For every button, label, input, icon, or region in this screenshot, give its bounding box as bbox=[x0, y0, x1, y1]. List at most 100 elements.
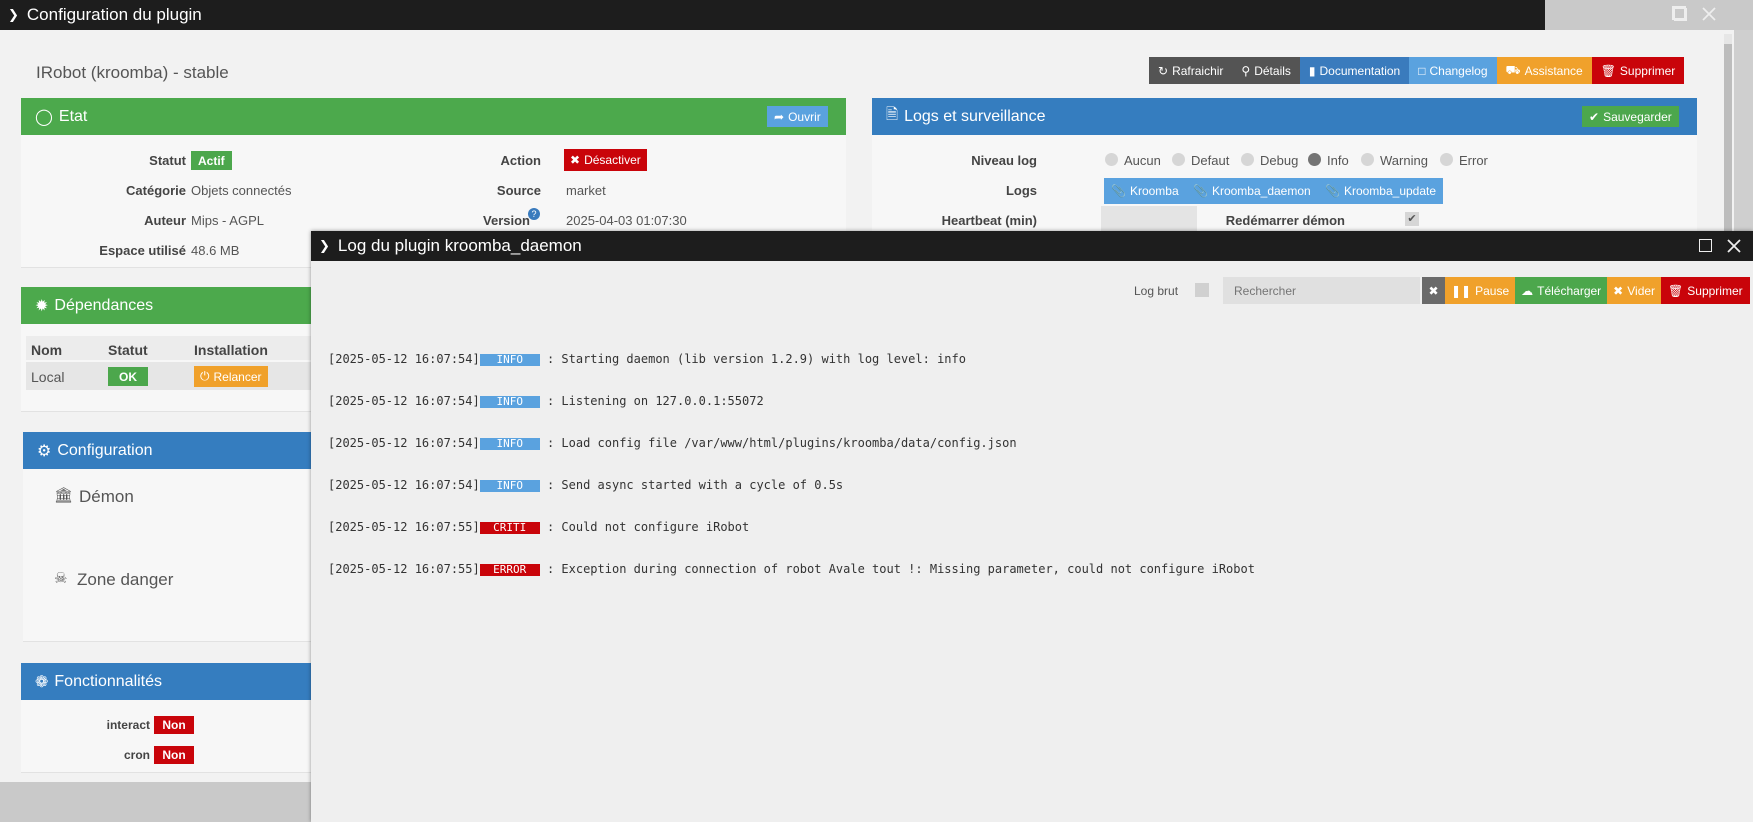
bank-icon: 🏛 bbox=[54, 487, 74, 504]
espace-value: 48.6 MB bbox=[191, 243, 240, 258]
truck-icon: ⛟ bbox=[1505, 62, 1521, 77]
logs-label: Logs bbox=[1005, 183, 1037, 198]
dependances-panel: ✹ Dépendances Nom Statut Installation Lo… bbox=[21, 287, 311, 412]
pause-button[interactable]: ❚❚ Pause bbox=[1445, 277, 1516, 304]
relaunch-button[interactable]: ⏻ Relancer bbox=[194, 366, 268, 387]
auteur-value: Mips - AGPL bbox=[191, 213, 264, 228]
demon-label: Démon bbox=[79, 487, 134, 506]
dep-status-badge: OK bbox=[108, 367, 148, 386]
col-installation: Installation bbox=[194, 342, 268, 358]
log-kroomba-daemon-button[interactable]: 📎 Kroomba_daemon bbox=[1186, 178, 1318, 204]
log-line: [2025-05-12 16:07:54] INFO : Send async s… bbox=[328, 478, 844, 492]
radio-info[interactable] bbox=[1308, 153, 1321, 166]
source-label: Source bbox=[496, 183, 541, 198]
maximize-icon[interactable] bbox=[1699, 239, 1712, 252]
restart-daemon-label: Redémarrer démon bbox=[1225, 213, 1345, 228]
maximize-icon[interactable] bbox=[1674, 8, 1687, 21]
log-kroomba-update-button[interactable]: 📎 Kroomba_update bbox=[1318, 178, 1444, 204]
action-label: Action bbox=[500, 153, 541, 168]
file-icon: 🗎 bbox=[886, 106, 899, 123]
times-icon: ✖ bbox=[570, 153, 581, 167]
trash-icon: 🗑 bbox=[1600, 63, 1616, 78]
log-kroomba-button[interactable]: 📎 Kroomba bbox=[1104, 178, 1186, 204]
assistance-button[interactable]: ⛟ Assistance bbox=[1496, 57, 1592, 84]
dependances-table-head bbox=[26, 336, 311, 360]
log-level-badge: INFO bbox=[479, 396, 540, 408]
share-icon: ➦ bbox=[774, 109, 785, 124]
level-error: Error bbox=[1459, 153, 1488, 168]
log-brut-checkbox[interactable] bbox=[1195, 283, 1209, 297]
fonctionnalites-header: ❁ Fonctionnalités bbox=[21, 663, 311, 700]
source-value: market bbox=[566, 183, 606, 198]
log-line: [2025-05-12 16:07:54] INFO : Starting dae… bbox=[328, 352, 966, 366]
restart-checkbox[interactable]: ✔ bbox=[1405, 212, 1419, 226]
puzzle-icon: ❁ bbox=[35, 673, 49, 691]
close-icon[interactable] bbox=[1725, 237, 1743, 255]
book-icon: ▮ bbox=[1308, 63, 1316, 78]
window-title: Configuration du plugin bbox=[26, 5, 202, 24]
version-value: 2025-04-03 01:07:30 bbox=[566, 213, 687, 228]
delete-log-button[interactable]: 🗑 Supprimer bbox=[1661, 277, 1750, 304]
etat-header: ◯ Etat bbox=[21, 98, 846, 135]
logs-panel: 🗎 Logs et surveillance ✔ Sauvegarder Nive… bbox=[872, 98, 1697, 233]
espace-label: Espace utilisé bbox=[99, 243, 186, 258]
cogs-icon: ⚙ bbox=[37, 442, 52, 460]
circle-notch-icon: ◯ bbox=[35, 108, 53, 126]
log-window: ❯ Log du plugin kroomba_daemon Log brut … bbox=[311, 231, 1753, 822]
download-button[interactable]: ☁ Télécharger bbox=[1515, 277, 1608, 304]
delete-button[interactable]: 🗑 Supprimer bbox=[1591, 57, 1685, 84]
save-button[interactable]: ✔ Sauvegarder bbox=[1582, 106, 1679, 127]
changelog-button[interactable]: □ Changelog bbox=[1409, 57, 1497, 84]
configuration-panel: ⚙ Configuration 🏛 Démon ☠ Zone danger bbox=[23, 432, 313, 642]
statut-label: Statut bbox=[149, 153, 186, 168]
interact-badge: Non bbox=[154, 716, 194, 734]
radio-error[interactable] bbox=[1440, 153, 1453, 166]
categorie-label: Catégorie bbox=[126, 183, 186, 198]
cron-badge: Non bbox=[154, 746, 194, 764]
search-icon: ⚲ bbox=[1241, 63, 1251, 78]
cog-icon: ✹ bbox=[35, 297, 49, 315]
file-icon: □ bbox=[1418, 63, 1426, 78]
level-defaut: Defaut bbox=[1191, 153, 1230, 168]
deactivate-button[interactable]: ✖ Désactiver bbox=[564, 149, 647, 171]
paperclip-icon: 📎 bbox=[1325, 184, 1340, 198]
pause-icon: ❚❚ bbox=[1451, 283, 1472, 298]
details-button[interactable]: ⚲ Détails bbox=[1232, 57, 1300, 84]
radio-defaut[interactable] bbox=[1172, 153, 1185, 166]
log-line: [2025-05-12 16:07:55] CRITI : Could not c… bbox=[328, 520, 750, 534]
bicycle-icon: ⏻ bbox=[200, 369, 210, 383]
close-icon[interactable] bbox=[1700, 5, 1718, 23]
logs-header: 🗎 Logs et surveillance bbox=[872, 98, 1697, 135]
log-level-badge: CRITI bbox=[479, 522, 540, 534]
help-icon[interactable]: ? bbox=[528, 208, 540, 220]
level-info: Info bbox=[1327, 153, 1349, 168]
level-warning: Warning bbox=[1380, 153, 1428, 168]
log-level-badge: INFO bbox=[479, 438, 540, 450]
radio-aucun[interactable] bbox=[1105, 153, 1118, 166]
log-window-title-bar: ❯ Log du plugin kroomba_daemon bbox=[311, 231, 1753, 261]
radio-warning[interactable] bbox=[1361, 153, 1374, 166]
refresh-icon: ↻ bbox=[1158, 63, 1169, 78]
dependances-header: ✹ Dépendances bbox=[21, 287, 311, 324]
window-title-bar: ❯ Configuration du plugin bbox=[0, 0, 1545, 30]
log-level-badge: INFO bbox=[479, 354, 540, 366]
paperclip-icon: 📎 bbox=[1111, 184, 1126, 198]
auteur-label: Auteur bbox=[144, 213, 186, 228]
cron-label: cron bbox=[123, 748, 150, 762]
skull-icon: ☠ bbox=[54, 570, 68, 587]
status-badge: Actif bbox=[191, 151, 232, 170]
documentation-button[interactable]: ▮ Documentation bbox=[1299, 57, 1410, 84]
chevron-right-icon: ❯ bbox=[8, 7, 19, 22]
radio-debug[interactable] bbox=[1241, 153, 1254, 166]
level-aucun: Aucun bbox=[1124, 153, 1161, 168]
col-nom: Nom bbox=[31, 342, 63, 358]
zone-danger-label: Zone danger bbox=[77, 570, 174, 589]
toolbar: ↻ Rafraichir ⚲ Détails ▮ Documentation □ Cha… bbox=[1149, 57, 1685, 84]
clear-log-button[interactable]: ✖ Vider bbox=[1607, 277, 1662, 304]
log-line: [2025-05-12 16:07:54] INFO : Listening on… bbox=[328, 394, 764, 408]
clear-search-button[interactable]: ✖ bbox=[1422, 277, 1445, 304]
search-input[interactable] bbox=[1223, 277, 1420, 304]
log-line: [2025-05-12 16:07:54] INFO : Load config … bbox=[328, 436, 1017, 450]
open-button[interactable]: ➦ Ouvrir bbox=[767, 106, 828, 127]
refresh-button[interactable]: ↻ Rafraichir bbox=[1149, 57, 1233, 84]
